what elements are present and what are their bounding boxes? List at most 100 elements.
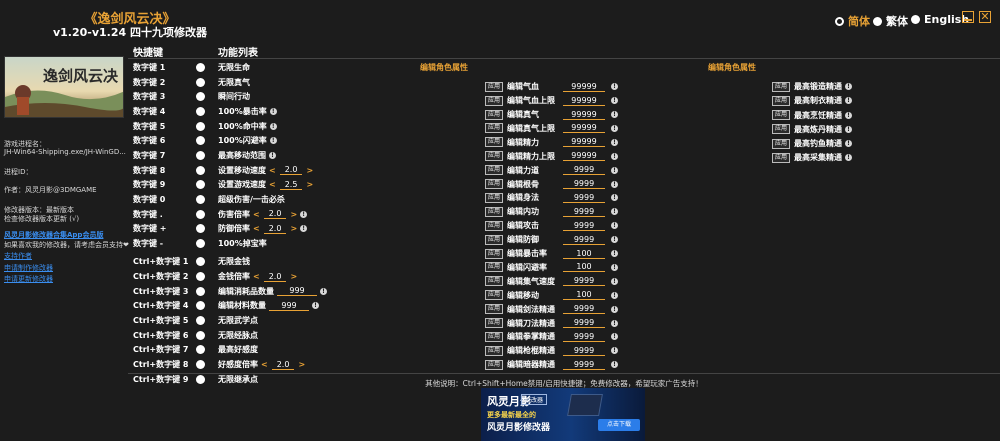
- attr-value-input[interactable]: 100: [563, 262, 606, 273]
- apply-button[interactable]: 应用: [485, 290, 504, 301]
- cheat-toggle[interactable]: [196, 238, 205, 248]
- cheat-toggle[interactable]: [196, 165, 205, 175]
- cheat-toggle[interactable]: [196, 136, 205, 146]
- apply-button[interactable]: 应用: [772, 81, 791, 92]
- apply-button[interactable]: 应用: [772, 138, 791, 149]
- support-author-link[interactable]: 支持作者: [4, 251, 32, 261]
- info-icon[interactable]: !: [611, 124, 619, 132]
- attr-value-input[interactable]: 9999: [563, 179, 606, 190]
- info-icon[interactable]: !: [269, 107, 277, 115]
- request-update-link[interactable]: 申请更新修改器: [4, 274, 53, 284]
- apply-button[interactable]: 应用: [772, 124, 791, 135]
- apply-button[interactable]: 应用: [485, 123, 504, 134]
- info-icon[interactable]: !: [845, 125, 853, 133]
- cheat-toggle[interactable]: [196, 286, 205, 296]
- attr-value-input[interactable]: 9999: [563, 221, 606, 231]
- cheat-toggle[interactable]: [196, 180, 205, 190]
- cheat-toggle[interactable]: [196, 345, 205, 355]
- decrease-icon[interactable]: <: [261, 360, 268, 369]
- value-input[interactable]: 999: [277, 286, 317, 297]
- info-icon[interactable]: !: [611, 319, 619, 327]
- decrease-icon[interactable]: <: [269, 166, 276, 175]
- cheat-toggle[interactable]: [196, 63, 205, 72]
- value-spinner[interactable]: <2.0 >: [253, 209, 297, 219]
- apply-button[interactable]: 应用: [485, 304, 504, 315]
- decrease-icon[interactable]: <: [253, 210, 260, 219]
- attr-value-input[interactable]: 9999: [563, 360, 606, 370]
- info-icon[interactable]: !: [611, 222, 619, 230]
- attr-value-input[interactable]: 100: [563, 249, 606, 259]
- apply-button[interactable]: 应用: [485, 318, 504, 329]
- value-spinner[interactable]: <2.0 >: [261, 360, 305, 370]
- cheat-toggle[interactable]: [196, 106, 205, 116]
- apply-button[interactable]: 应用: [772, 152, 791, 163]
- info-icon[interactable]: !: [300, 225, 308, 233]
- app-member-link[interactable]: 风灵月影修改器合集App会员版: [4, 230, 103, 240]
- info-icon[interactable]: !: [611, 305, 619, 313]
- increase-icon[interactable]: >: [306, 180, 313, 189]
- cheat-toggle[interactable]: [196, 194, 205, 204]
- lang-simplified[interactable]: 简体: [835, 13, 870, 29]
- decrease-icon[interactable]: <: [253, 224, 260, 233]
- attr-value-input[interactable]: 9999: [563, 276, 606, 287]
- minimize-button[interactable]: [962, 11, 974, 23]
- decrease-icon[interactable]: <: [253, 272, 260, 281]
- attr-value-input[interactable]: 9999: [563, 235, 606, 245]
- attr-value-input[interactable]: 99999: [563, 151, 606, 162]
- info-icon[interactable]: !: [611, 277, 619, 285]
- apply-button[interactable]: 应用: [772, 110, 791, 121]
- info-icon[interactable]: !: [312, 302, 319, 310]
- info-icon[interactable]: !: [611, 111, 619, 119]
- increase-icon[interactable]: >: [290, 272, 297, 281]
- apply-button[interactable]: 应用: [485, 206, 504, 217]
- cheat-toggle[interactable]: [196, 77, 205, 87]
- cheat-toggle[interactable]: [196, 224, 205, 234]
- info-icon[interactable]: !: [611, 333, 619, 341]
- info-icon[interactable]: !: [611, 152, 619, 160]
- attr-value-input[interactable]: 9999: [563, 193, 606, 203]
- info-icon[interactable]: !: [845, 140, 853, 148]
- apply-button[interactable]: 应用: [485, 137, 504, 148]
- info-icon[interactable]: !: [300, 210, 308, 218]
- request-trainer-link[interactable]: 申请制作修改器: [4, 263, 53, 273]
- apply-button[interactable]: 应用: [772, 95, 791, 106]
- info-icon[interactable]: !: [845, 154, 853, 162]
- cheat-toggle[interactable]: [196, 92, 205, 102]
- increase-icon[interactable]: >: [290, 224, 297, 233]
- attr-value-input[interactable]: 99999: [563, 82, 606, 92]
- cheat-toggle[interactable]: [196, 150, 205, 160]
- apply-button[interactable]: 应用: [485, 81, 504, 92]
- cheat-toggle[interactable]: [196, 121, 205, 131]
- cheat-toggle[interactable]: [196, 301, 205, 311]
- attr-value-input[interactable]: 100: [563, 290, 606, 301]
- decrease-icon[interactable]: <: [269, 180, 276, 189]
- ad-banner[interactable]: 风灵月影 修改器 更多最新最全的 风灵月影修改器 点击下载: [481, 388, 645, 441]
- apply-button[interactable]: 应用: [485, 262, 504, 273]
- attr-value-input[interactable]: 99999: [563, 110, 606, 120]
- apply-button[interactable]: 应用: [485, 234, 504, 245]
- attr-value-input[interactable]: 9999: [563, 332, 606, 342]
- increase-icon[interactable]: >: [290, 210, 297, 219]
- cheat-toggle[interactable]: [196, 360, 205, 369]
- apply-button[interactable]: 应用: [485, 109, 504, 120]
- info-icon[interactable]: !: [845, 97, 853, 105]
- attr-value-input[interactable]: 9999: [563, 207, 606, 217]
- apply-button[interactable]: 应用: [485, 165, 504, 176]
- apply-button[interactable]: 应用: [485, 331, 504, 342]
- apply-button[interactable]: 应用: [485, 95, 504, 106]
- attr-value-input[interactable]: 99999: [563, 137, 606, 148]
- info-icon[interactable]: !: [269, 137, 277, 145]
- info-icon[interactable]: !: [320, 287, 327, 295]
- attr-value-input[interactable]: 99999: [563, 123, 606, 134]
- info-icon[interactable]: !: [611, 263, 619, 271]
- cheat-toggle[interactable]: [196, 330, 205, 340]
- apply-button[interactable]: 应用: [485, 276, 504, 287]
- attr-value-input[interactable]: 9999: [563, 318, 606, 329]
- version-check-text[interactable]: 检查修改器版本更新 (√): [4, 214, 79, 224]
- cheat-toggle[interactable]: [196, 272, 205, 282]
- apply-button[interactable]: 应用: [485, 220, 504, 231]
- attr-value-input[interactable]: 9999: [563, 346, 606, 356]
- cheat-toggle[interactable]: [196, 209, 205, 219]
- apply-button[interactable]: 应用: [485, 192, 504, 203]
- info-icon[interactable]: !: [611, 361, 619, 369]
